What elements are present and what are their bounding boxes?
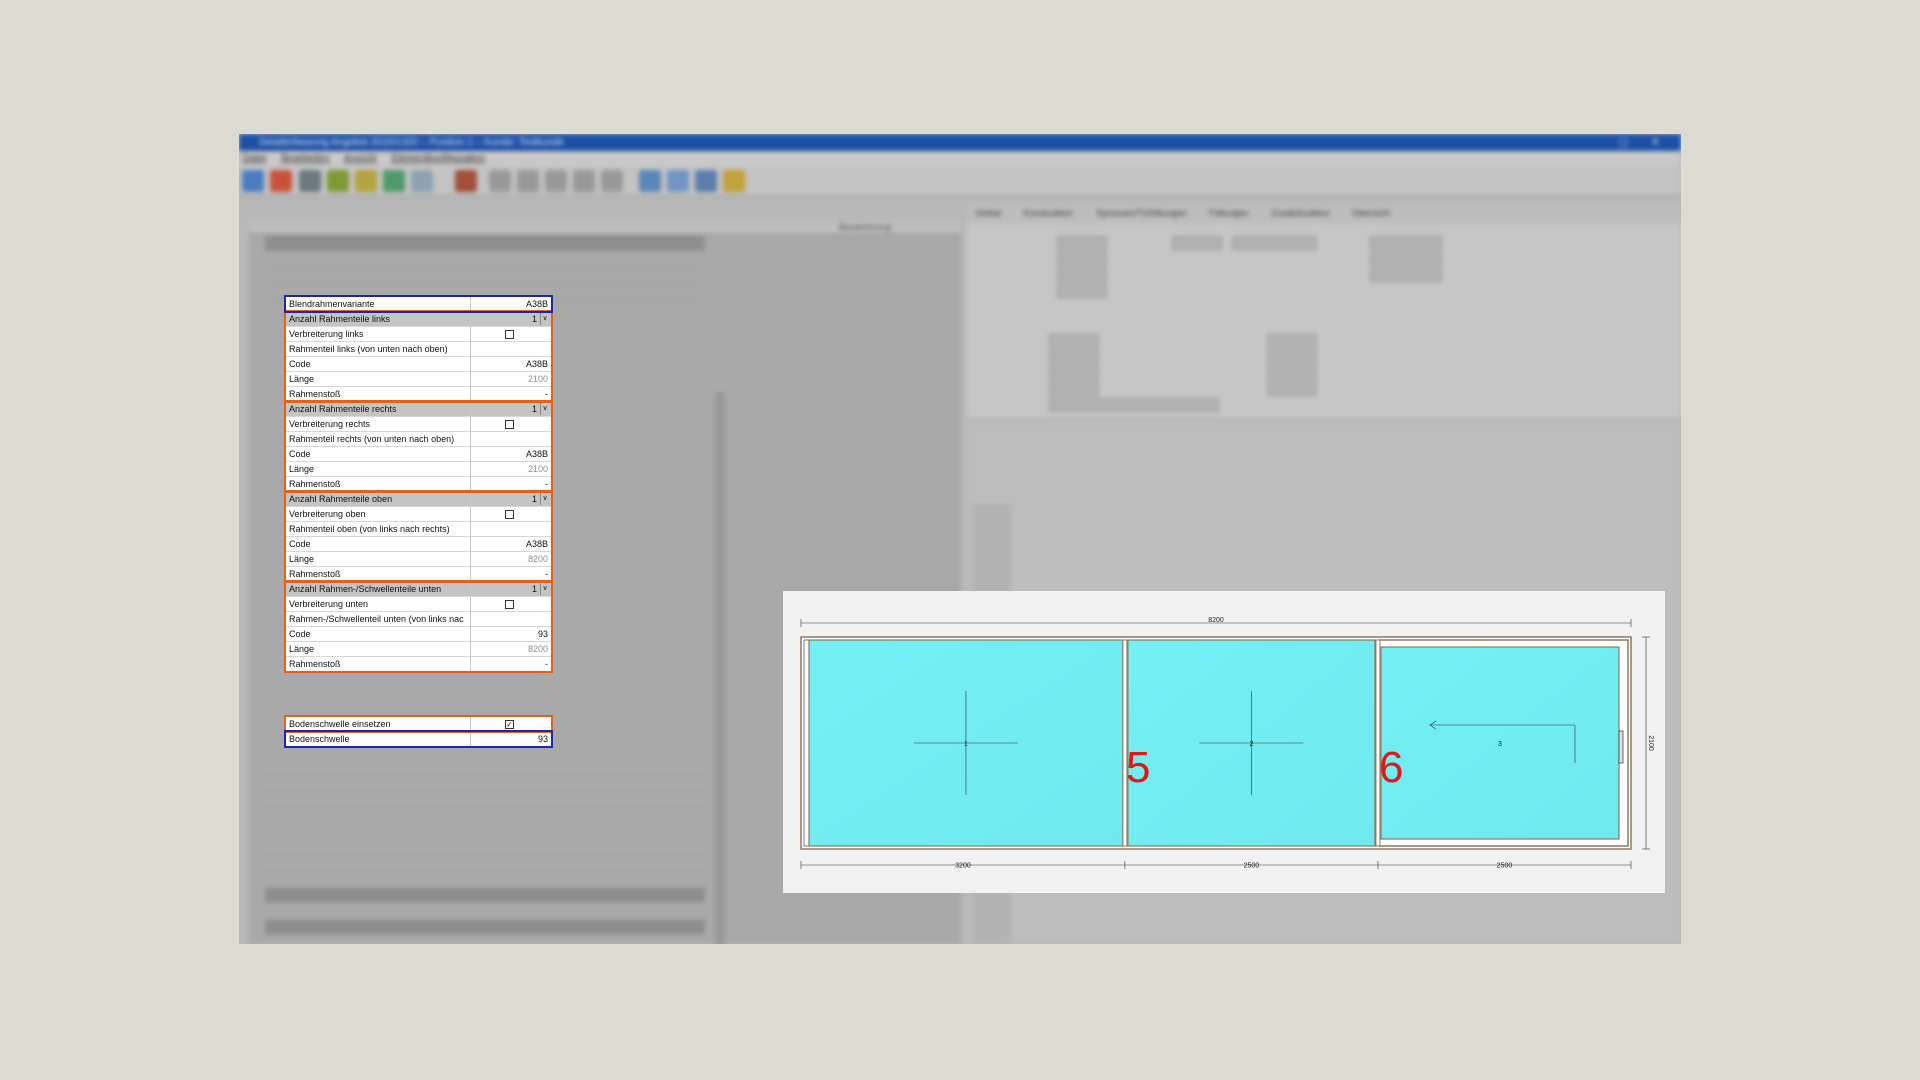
- highlight-frame-top: [284, 490, 553, 583]
- group-row: [265, 920, 705, 935]
- grid-row: [265, 776, 705, 791]
- form-field[interactable]: [1049, 350, 1099, 364]
- form-field[interactable]: [1057, 236, 1107, 250]
- vertical-scrollbar[interactable]: [715, 392, 725, 944]
- tab-uebersicht[interactable]: Übersicht: [1352, 208, 1390, 218]
- window-titlebar: Detailerfassung Angebot 2010/1320 – Posi…: [239, 134, 1681, 151]
- grid-row: [265, 760, 705, 775]
- window-icon[interactable]: [667, 170, 689, 192]
- callout-number: 5: [1126, 743, 1151, 792]
- panel-number: 2: [1249, 741, 1253, 748]
- form-field[interactable]: [1370, 252, 1442, 266]
- toolbar: [239, 166, 1681, 196]
- next-icon[interactable]: [573, 170, 595, 192]
- callout-number: 6: [1379, 743, 1404, 792]
- grid-row: [265, 872, 705, 887]
- dimension-label: 8200: [1208, 617, 1224, 624]
- form-field[interactable]: [1049, 366, 1099, 380]
- column-header-bezeichnung: Bezeichnung: [839, 222, 892, 232]
- form-field[interactable]: [1057, 268, 1107, 282]
- window-drawing: 1 2 3 8200 3200 2500 2500 2100 5 6: [783, 591, 1665, 893]
- form-field[interactable]: [1172, 236, 1222, 250]
- tab-fuellungen[interactable]: Füllungen: [1209, 208, 1249, 218]
- form-field[interactable]: [1057, 252, 1107, 266]
- menu-bearbeiten[interactable]: Bearbeiten: [281, 153, 329, 164]
- tools-icon[interactable]: [299, 170, 321, 192]
- stop-icon[interactable]: [270, 170, 292, 192]
- drawing-canvas: 1 2 3 8200 3200 2500 2500 2100: [800, 617, 1654, 870]
- form-field[interactable]: [1049, 382, 1099, 396]
- highlight-frame-bottom: [284, 580, 553, 673]
- maximize-icon[interactable]: ▢: [1619, 134, 1628, 151]
- last-icon[interactable]: [601, 170, 623, 192]
- form-field[interactable]: [1232, 236, 1317, 250]
- chart-icon[interactable]: [455, 170, 477, 192]
- form-field[interactable]: [1267, 366, 1317, 380]
- grid-icon[interactable]: [639, 170, 661, 192]
- brush-icon[interactable]: [327, 170, 349, 192]
- tab-konstruktion[interactable]: Konstruktion: [1024, 208, 1074, 218]
- highlight-frame-variant: [284, 295, 553, 313]
- dimension-label: 2500: [1497, 863, 1513, 870]
- group-row: [265, 888, 705, 903]
- menu-datei[interactable]: Datei: [243, 153, 266, 164]
- property-list: Blendrahmenvariante A38B Anzahl Rahmenteil…: [284, 295, 553, 750]
- form-field[interactable]: [1370, 268, 1442, 282]
- pencil-icon[interactable]: [355, 170, 377, 192]
- form-field[interactable]: [1049, 398, 1219, 412]
- grid-row: [265, 268, 705, 283]
- key-icon[interactable]: [723, 170, 745, 192]
- highlight-frame-right: [284, 400, 553, 493]
- window-title: Detailerfassung Angebot 2010/1320 – Posi…: [259, 137, 565, 148]
- grid-header: Bezeichnung: [249, 220, 961, 235]
- menubar: Datei Bearbeiten Ansicht Elementkonfigur…: [239, 151, 1681, 166]
- menu-elementkonfiguration[interactable]: Elementkonfiguration: [391, 153, 485, 164]
- form-field[interactable]: [1267, 334, 1317, 348]
- close-icon[interactable]: ✕: [1651, 134, 1659, 151]
- panel-number: 3: [1498, 741, 1502, 748]
- form-field[interactable]: [1267, 382, 1317, 396]
- first-icon[interactable]: [489, 170, 511, 192]
- grid-row: [265, 792, 705, 807]
- dimension-label: 2500: [1244, 863, 1260, 870]
- group-row: [265, 236, 705, 251]
- menu-ansicht[interactable]: Ansicht: [344, 153, 377, 164]
- highlight-threshold-code: [284, 730, 553, 748]
- tab-strip: Global Konstruktion Sprossen/Türfüllunge…: [975, 208, 1410, 218]
- dimension-label: 3200: [955, 863, 971, 870]
- form-field[interactable]: [1057, 284, 1107, 298]
- grid-row: [265, 840, 705, 855]
- grid-row: [265, 856, 705, 871]
- palette-icon[interactable]: [383, 170, 405, 192]
- panel-number: 1: [964, 741, 968, 748]
- handle-icon: [1618, 730, 1624, 764]
- highlight-frame-left: [284, 310, 553, 403]
- copy-icon[interactable]: [411, 170, 433, 192]
- prev-icon[interactable]: [517, 170, 539, 192]
- dimension-label: 2100: [1647, 735, 1654, 751]
- globe-icon[interactable]: [242, 170, 264, 192]
- form-field[interactable]: [1049, 334, 1099, 348]
- form-field[interactable]: [1267, 350, 1317, 364]
- form-field[interactable]: [1370, 236, 1442, 250]
- tab-sprossen[interactable]: Sprossen/Türfüllungen: [1096, 208, 1187, 218]
- grid-row: [265, 252, 705, 267]
- properties-form: [967, 224, 1681, 420]
- tab-global[interactable]: Global: [975, 208, 1001, 218]
- record-icon[interactable]: [545, 170, 567, 192]
- grid-row: [265, 904, 705, 919]
- monitor-icon[interactable]: [695, 170, 717, 192]
- tab-zusatzfunktion[interactable]: Zusatzfunktion: [1271, 208, 1330, 218]
